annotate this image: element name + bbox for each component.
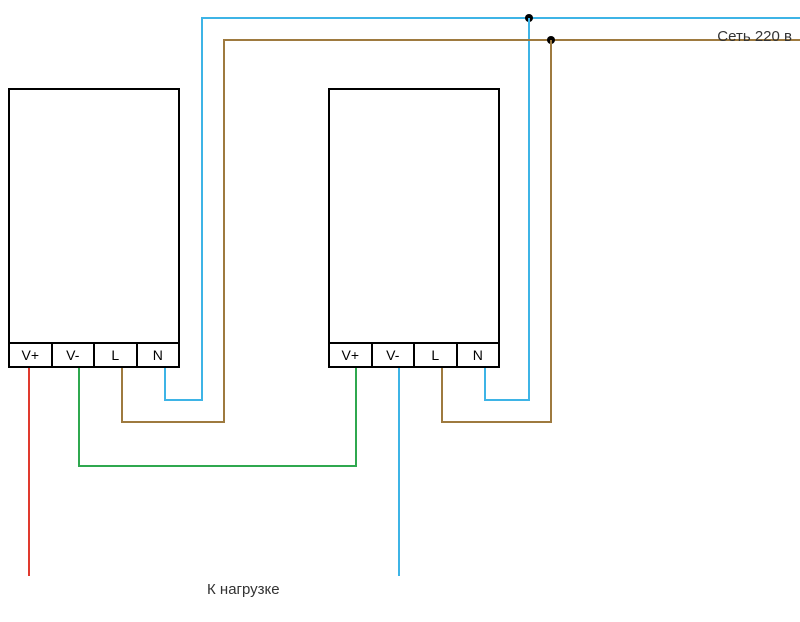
terminal-row: V+ V- L N [10,342,178,366]
power-supply-1: V+ V- L N [8,88,180,368]
terminal-row: V+ V- L N [330,342,498,366]
terminal-v-plus: V+ [330,344,373,366]
mains-label: Сеть 220 в [717,28,792,45]
terminal-v-plus: V+ [10,344,53,366]
terminal-l: L [415,344,458,366]
power-supply-2: V+ V- L N [328,88,500,368]
terminal-v-minus: V- [373,344,416,366]
terminal-v-minus: V- [53,344,96,366]
terminal-l: L [95,344,138,366]
wiring-diagram: V+ V- L N V+ V- L N Сеть 220 в К нагрузк… [0,0,800,622]
terminal-n: N [458,344,499,366]
load-label: К нагрузке [207,581,280,598]
terminal-n: N [138,344,179,366]
